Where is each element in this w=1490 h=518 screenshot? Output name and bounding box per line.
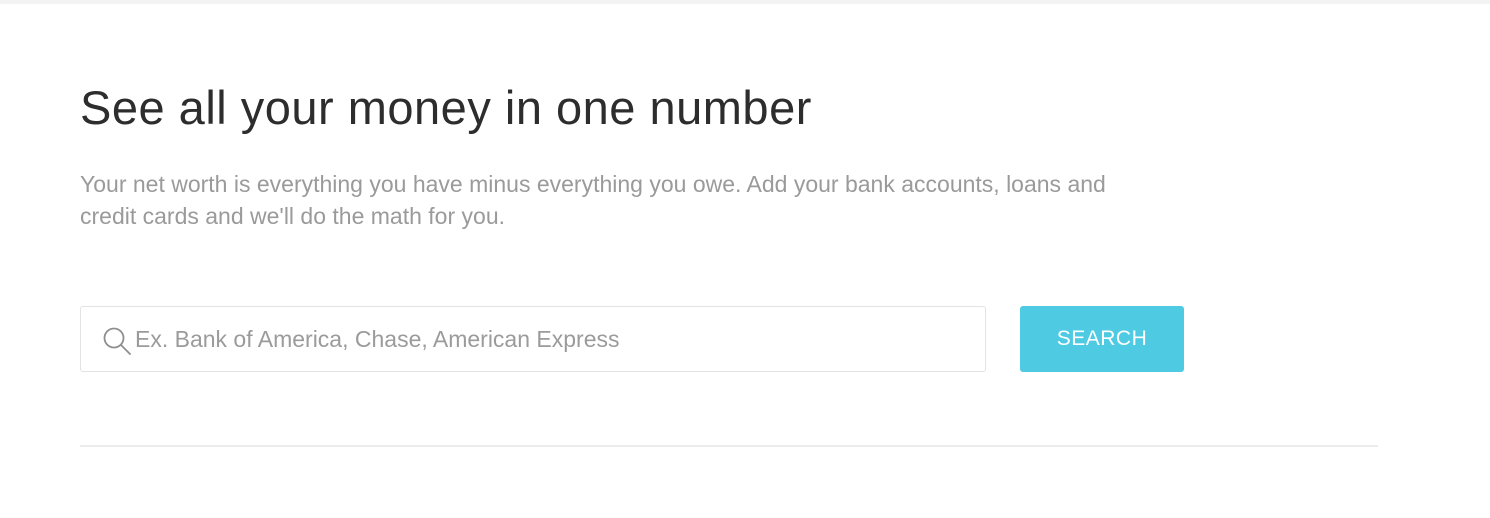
search-input[interactable] bbox=[135, 307, 975, 371]
divider bbox=[80, 445, 1378, 447]
page-description: Your net worth is everything you have mi… bbox=[80, 171, 1106, 229]
page-title: See all your money in one number bbox=[80, 81, 812, 134]
search-button[interactable]: SEARCH bbox=[1020, 306, 1184, 372]
search-icon bbox=[102, 326, 132, 356]
top-border bbox=[0, 0, 1490, 4]
search-box[interactable] bbox=[80, 306, 986, 372]
